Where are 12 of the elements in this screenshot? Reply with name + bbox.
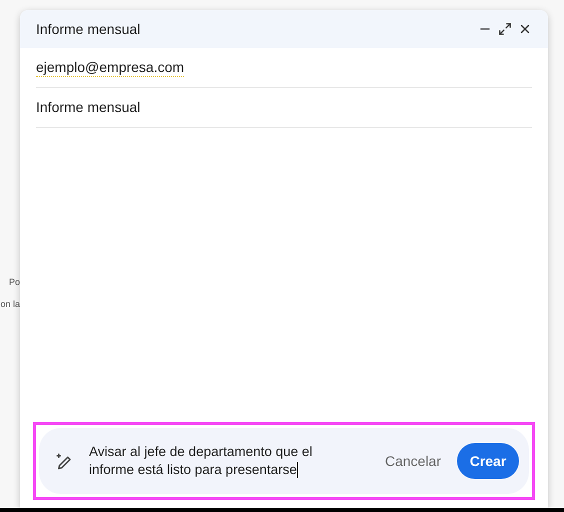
background-text: on la [0,298,20,310]
expand-icon[interactable] [498,22,512,36]
subject-field[interactable]: Informe mensual [36,97,140,118]
prompt-input[interactable]: Avisar al jefe de departamento que el informe está listo para presentarse [89,443,359,479]
recipient-field[interactable]: ejemplo@empresa.com [36,58,184,77]
text-cursor [296,462,298,478]
create-button[interactable]: Crear [457,443,519,479]
background-text: Po [8,276,20,289]
magic-pen-icon [55,452,73,470]
close-icon[interactable] [518,22,532,36]
window-title: Informe mensual [36,20,142,38]
cancel-button[interactable]: Cancelar [374,442,451,480]
